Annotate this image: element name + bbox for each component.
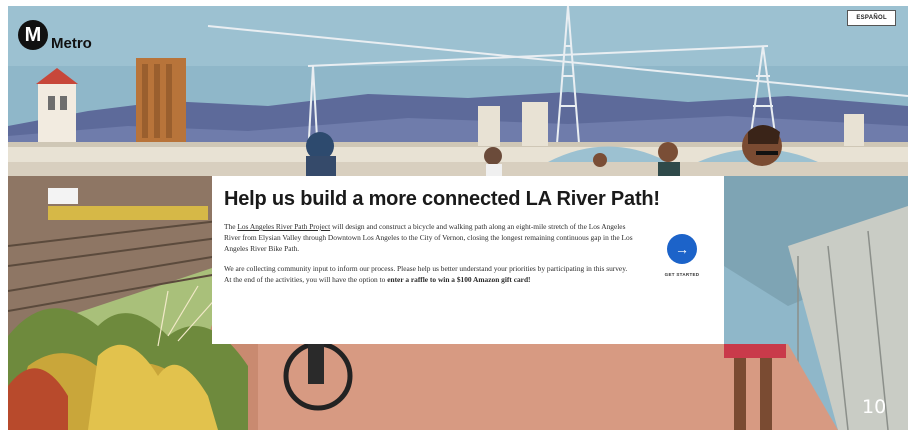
survey-paragraph: We are collecting community input to inf… bbox=[224, 263, 634, 285]
project-link[interactable]: Los Angeles River Path Project bbox=[237, 222, 330, 231]
metro-logo[interactable]: M Metro bbox=[18, 20, 92, 52]
arrow-right-icon: → bbox=[675, 241, 689, 257]
language-toggle-button[interactable]: ESPAÑOL bbox=[847, 10, 896, 26]
get-started-button[interactable]: → bbox=[667, 234, 697, 264]
get-started-label[interactable]: GET STARTED bbox=[652, 272, 712, 277]
screenshot-frame: M Metro ESPAÑOL Help us build a more con… bbox=[0, 0, 916, 435]
slide-number: 10 bbox=[862, 396, 887, 418]
intro-paragraph: The Los Angeles River Path Project will … bbox=[224, 221, 634, 254]
metro-logo-text: Metro bbox=[51, 35, 92, 52]
illustration-scene: M Metro ESPAÑOL Help us build a more con… bbox=[8, 6, 908, 430]
card-title: Help us build a more connected LA River … bbox=[224, 188, 660, 210]
metro-logo-mark: M bbox=[18, 20, 48, 50]
intro-card: Help us build a more connected LA River … bbox=[212, 176, 724, 344]
get-started-cta[interactable]: → GET STARTED bbox=[652, 234, 712, 277]
intro-prefix: The bbox=[224, 222, 238, 231]
raffle-callout: enter a raffle to win a $100 Amazon gift… bbox=[387, 275, 531, 284]
